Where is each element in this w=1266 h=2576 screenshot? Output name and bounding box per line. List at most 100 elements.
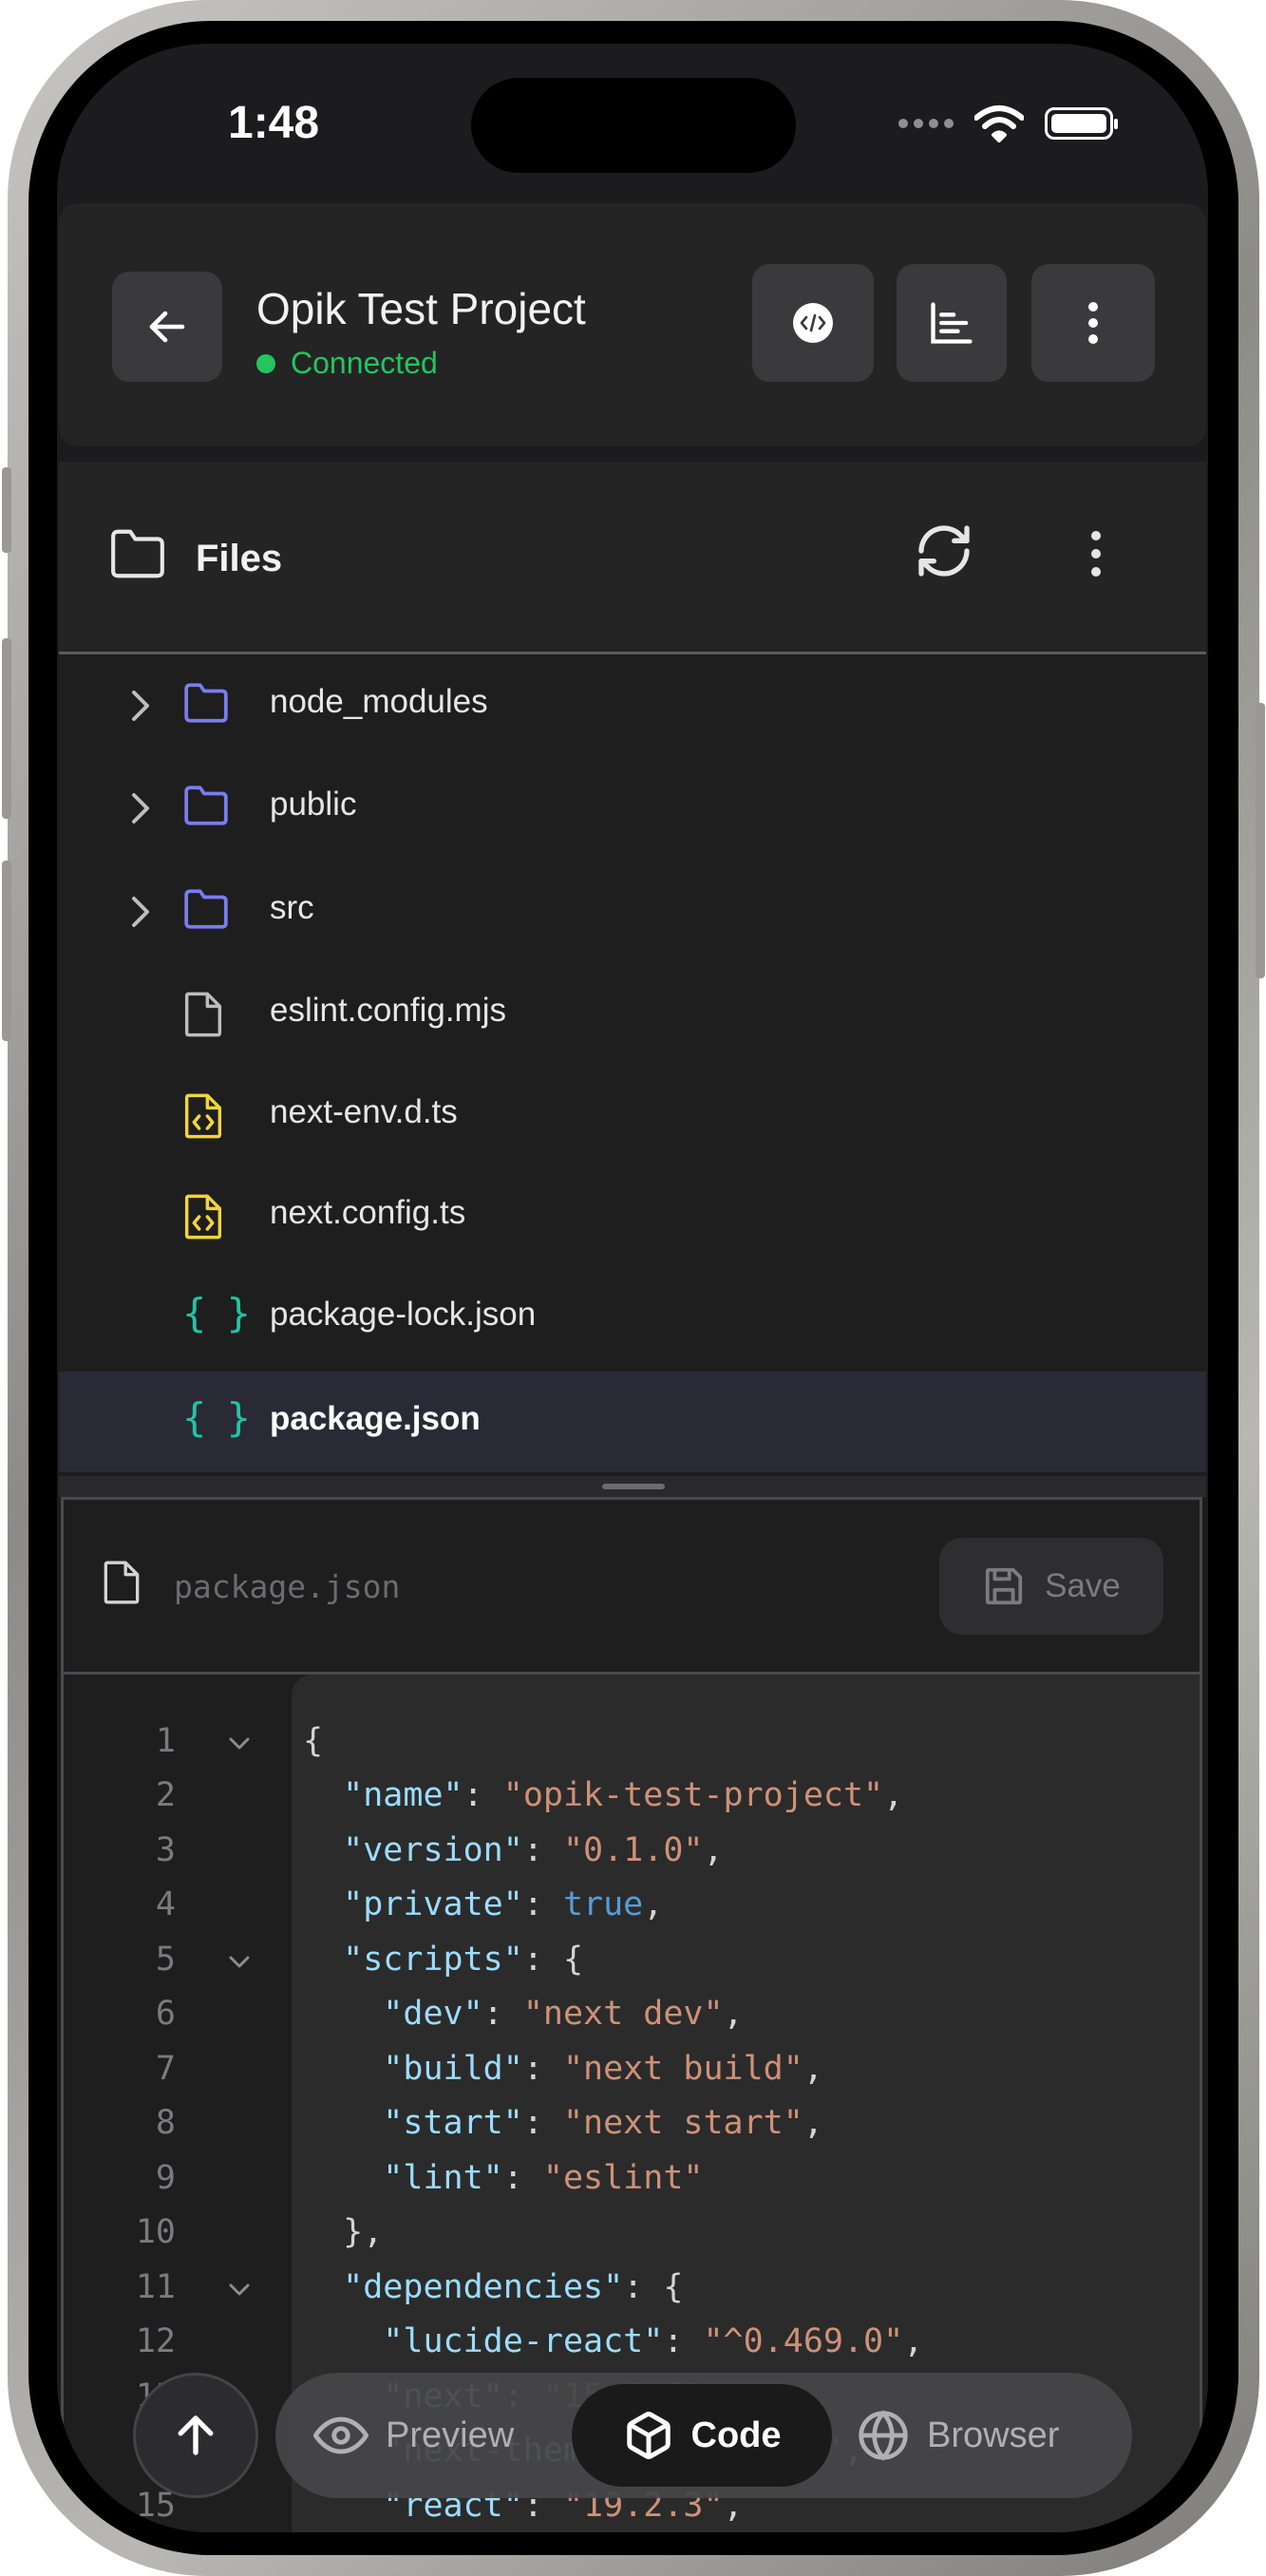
line-number: 12	[135, 2322, 176, 2360]
code-view-button[interactable]	[752, 264, 874, 382]
connection-status: Connected	[256, 346, 438, 381]
tree-item-label: src	[270, 889, 314, 926]
folder-outline-icon	[111, 529, 164, 578]
eye-icon	[313, 2416, 368, 2454]
code-line: "start": "next start",	[383, 2104, 823, 2142]
tab-label: Code	[690, 2415, 782, 2455]
chevron-down-icon[interactable]	[227, 1735, 252, 1752]
code-line: "name": "opik-test-project",	[343, 1776, 904, 1814]
line-number: 6	[155, 1995, 176, 2033]
tree-item-eslint-config[interactable]: eslint.config.mjs	[59, 963, 1206, 1064]
refresh-icon[interactable]	[914, 521, 974, 581]
tree-item-label: package-lock.json	[270, 1296, 537, 1333]
tab-label: Browser	[927, 2415, 1060, 2455]
code-line: "build": "next build",	[383, 2050, 823, 2088]
line-number: 2	[155, 1776, 176, 1814]
line-number: 5	[155, 1941, 176, 1979]
arrow-up-icon	[178, 2415, 214, 2455]
editor-toolbar: package.json Save	[64, 1500, 1200, 1675]
chevron-right-icon[interactable]	[125, 687, 154, 725]
code-line: {	[303, 1722, 324, 1760]
tab-preview[interactable]: Preview	[313, 2384, 514, 2487]
tab-browser[interactable]: Browser	[857, 2384, 1059, 2487]
battery-icon	[1045, 107, 1118, 140]
files-title: Files	[196, 538, 283, 579]
save-icon	[985, 1567, 1023, 1605]
folder-icon	[184, 786, 228, 825]
tree-item-package-lock[interactable]: { } package-lock.json	[59, 1267, 1206, 1368]
code-line: "dev": "next dev",	[383, 1995, 744, 2033]
line-number: 11	[135, 2268, 176, 2306]
tree-item-label: public	[270, 786, 357, 823]
line-number: 10	[135, 2213, 176, 2251]
drag-handle[interactable]	[602, 1484, 665, 1489]
code-line: "lucide-react": "^0.469.0",	[383, 2322, 924, 2360]
line-number: 15	[135, 2487, 176, 2525]
save-label: Save	[1045, 1567, 1121, 1604]
back-button[interactable]	[112, 272, 222, 382]
file-tree: node_modules public src eslint.config.mj…	[59, 654, 1206, 1475]
side-button	[2, 861, 11, 1041]
more-options-button[interactable]	[1031, 264, 1155, 382]
scroll-up-button[interactable]	[133, 2373, 258, 2498]
line-number: 8	[155, 2104, 176, 2142]
wifi-icon	[974, 105, 1024, 142]
code-line: "private": true,	[343, 1885, 664, 1923]
project-title: Opik Test Project	[256, 284, 586, 333]
tree-item-public[interactable]: public	[59, 757, 1206, 858]
tree-item-next-config[interactable]: next.config.ts	[59, 1165, 1206, 1266]
panel-resize-bar[interactable]	[59, 1476, 1206, 1497]
status-time: 1:48	[228, 98, 320, 148]
json-braces-icon: { }	[182, 1394, 251, 1441]
tree-item-label: next-env.d.ts	[270, 1093, 458, 1130]
status-bar: 1:48	[57, 44, 1208, 205]
line-number: 1	[155, 1722, 176, 1760]
editor-file-name: package.json	[174, 1568, 401, 1605]
tree-item-next-env[interactable]: next-env.d.ts	[59, 1065, 1206, 1165]
folder-icon	[184, 683, 228, 723]
tree-item-label: eslint.config.mjs	[270, 992, 506, 1029]
globe-icon	[859, 2410, 908, 2461]
line-number: 7	[155, 2050, 176, 2088]
file-icon	[184, 992, 222, 1037]
code-line: "scripts": {	[343, 1941, 584, 1979]
tree-item-package-json[interactable]: { } package.json	[59, 1372, 1206, 1472]
side-button	[1256, 703, 1265, 978]
tree-item-src[interactable]: src	[59, 861, 1206, 961]
files-panel-header: Files	[59, 462, 1206, 652]
arrow-left-icon	[149, 311, 185, 343]
tab-label: Preview	[386, 2415, 515, 2455]
code-line: "version": "0.1.0",	[343, 1831, 724, 1869]
save-button[interactable]: Save	[939, 1538, 1163, 1635]
chart-icon	[931, 302, 973, 344]
project-header: Opik Test Project Connected	[59, 203, 1206, 446]
chevron-down-icon[interactable]	[227, 2282, 252, 2299]
tab-code[interactable]: Code	[572, 2384, 832, 2487]
tree-item-label: next.config.ts	[270, 1194, 466, 1231]
code-line: "dependencies": {	[343, 2268, 684, 2306]
side-button	[2, 467, 11, 553]
file-code-icon	[184, 1093, 222, 1139]
connection-status-text: Connected	[291, 346, 438, 380]
chevron-right-icon[interactable]	[125, 789, 154, 827]
file-code-icon	[184, 1194, 222, 1240]
line-number: 3	[155, 1831, 176, 1869]
json-braces-icon: { }	[182, 1290, 251, 1336]
analytics-button[interactable]	[897, 264, 1007, 382]
status-icons	[898, 104, 1118, 142]
tree-item-node-modules[interactable]: node_modules	[59, 654, 1206, 755]
tree-item-label: node_modules	[270, 683, 488, 720]
bottom-tab-bar: Preview Code Browser	[275, 2373, 1132, 2498]
code-line: },	[303, 2213, 384, 2251]
chevron-down-icon[interactable]	[227, 1954, 252, 1971]
tree-item-label: package.json	[270, 1400, 481, 1437]
line-number: 9	[155, 2159, 176, 2197]
more-vertical-icon	[1088, 302, 1098, 344]
chevron-right-icon[interactable]	[125, 893, 154, 931]
folder-icon	[184, 889, 228, 929]
cellular-signal-icon	[898, 119, 954, 128]
more-vertical-icon[interactable]	[1090, 530, 1102, 578]
code-line: "lint": "eslint"	[383, 2159, 704, 2197]
line-number: 4	[155, 1885, 176, 1923]
app-screen: 1:48 Opik Test Project Connected Files n…	[57, 44, 1208, 2532]
